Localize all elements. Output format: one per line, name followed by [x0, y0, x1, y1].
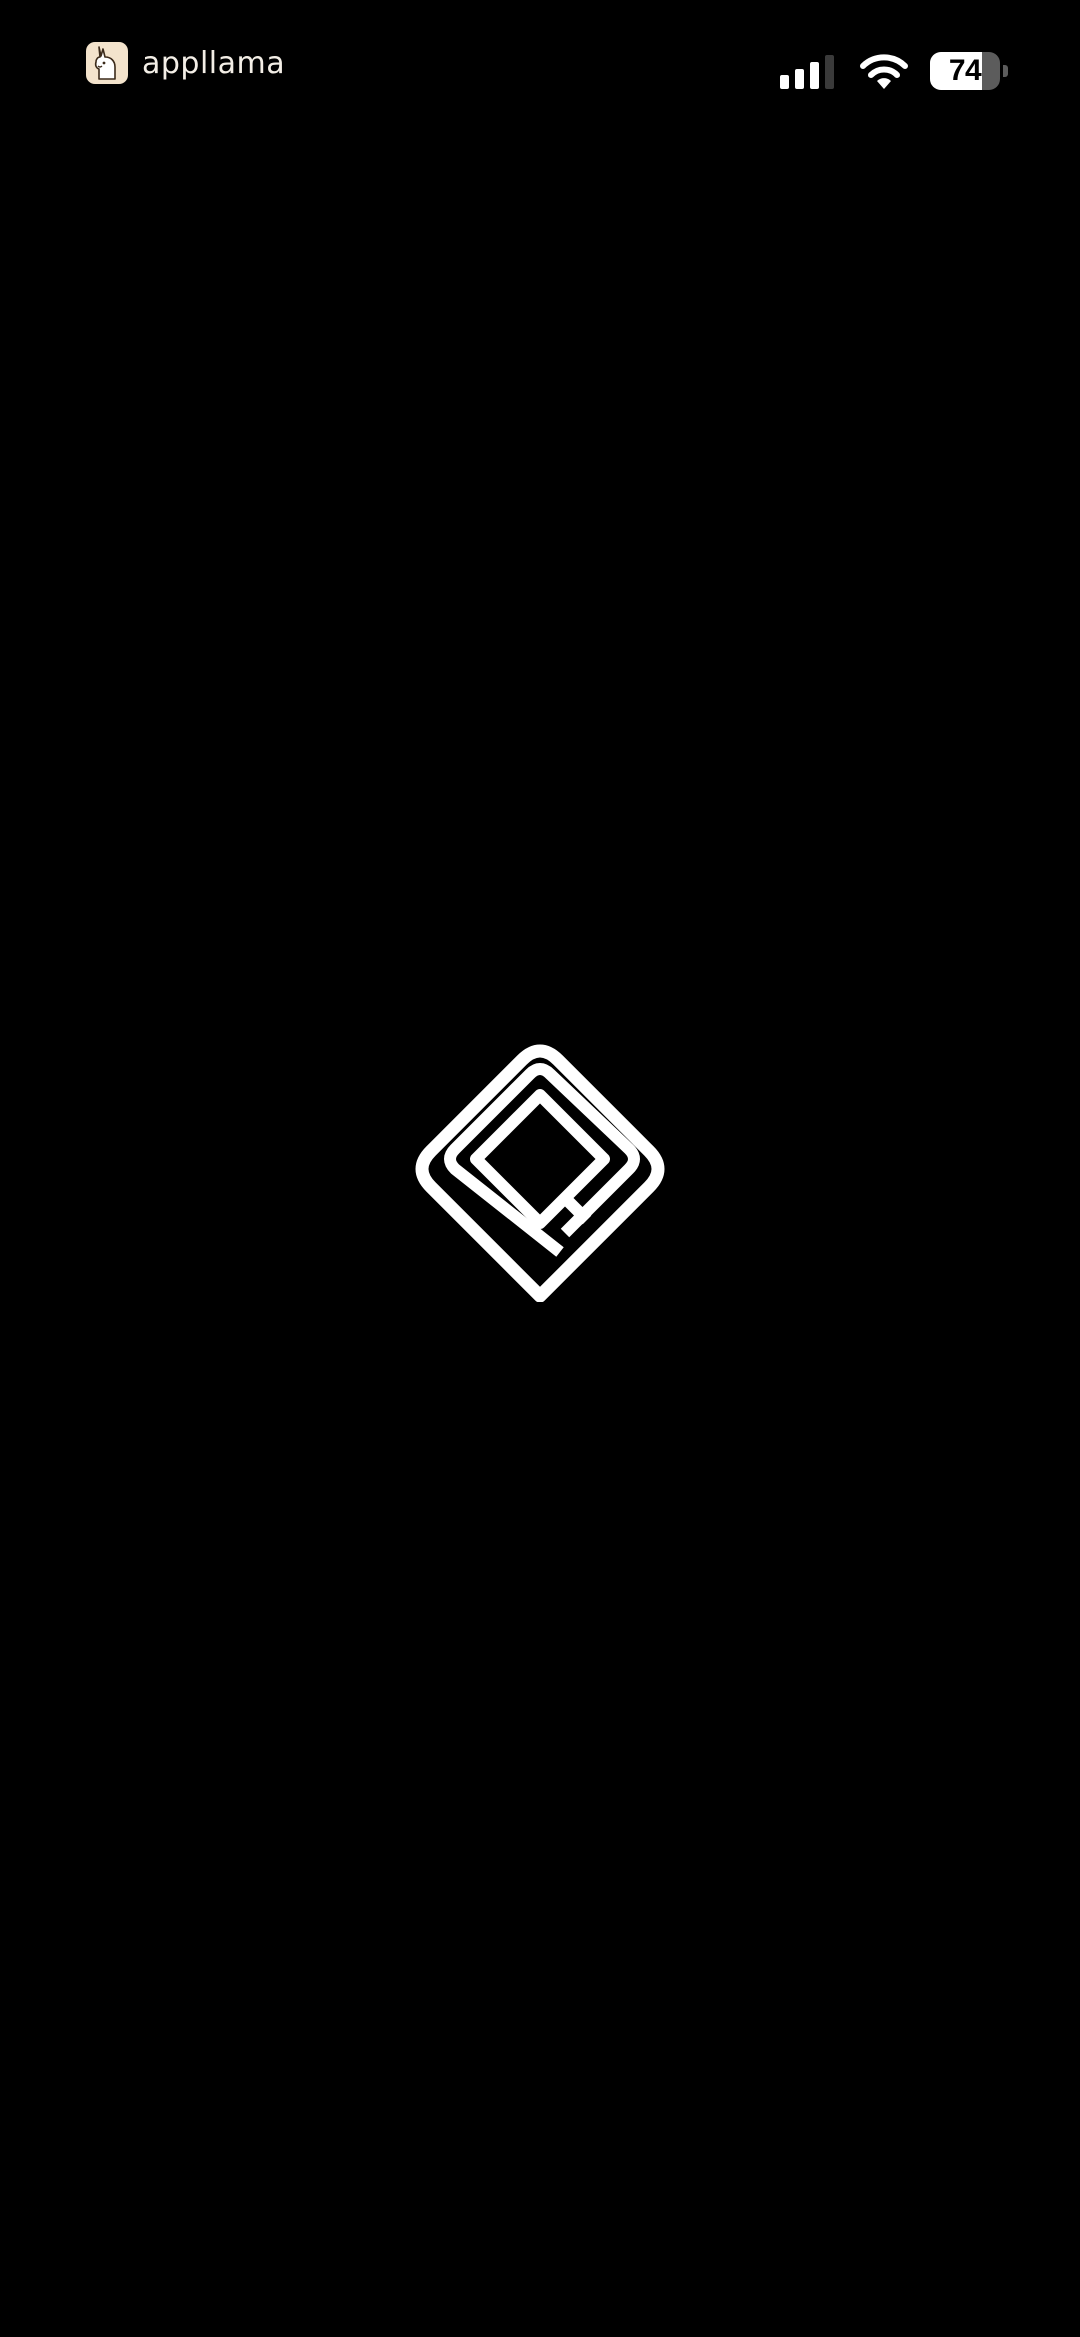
signal-bar — [795, 69, 804, 89]
brand: appllama — [86, 40, 285, 86]
splash-screen: appllama 74 — [0, 0, 1080, 2337]
status-bar: appllama 74 — [0, 0, 1080, 140]
signal-bar — [780, 75, 789, 89]
battery-percentage: 74 — [948, 54, 982, 87]
battery-icon: 74 — [930, 52, 1008, 90]
signal-bar — [810, 62, 819, 89]
battery-tip — [1003, 65, 1008, 77]
status-indicators: 74 — [780, 48, 1008, 94]
app-logo-icon — [415, 1044, 665, 1302]
brand-name: appllama — [142, 45, 286, 81]
wifi-icon — [860, 54, 908, 89]
cellular-signal-icon — [780, 53, 834, 89]
signal-bar — [825, 55, 834, 89]
battery-body: 74 — [930, 52, 1000, 90]
llama-icon — [86, 42, 128, 84]
